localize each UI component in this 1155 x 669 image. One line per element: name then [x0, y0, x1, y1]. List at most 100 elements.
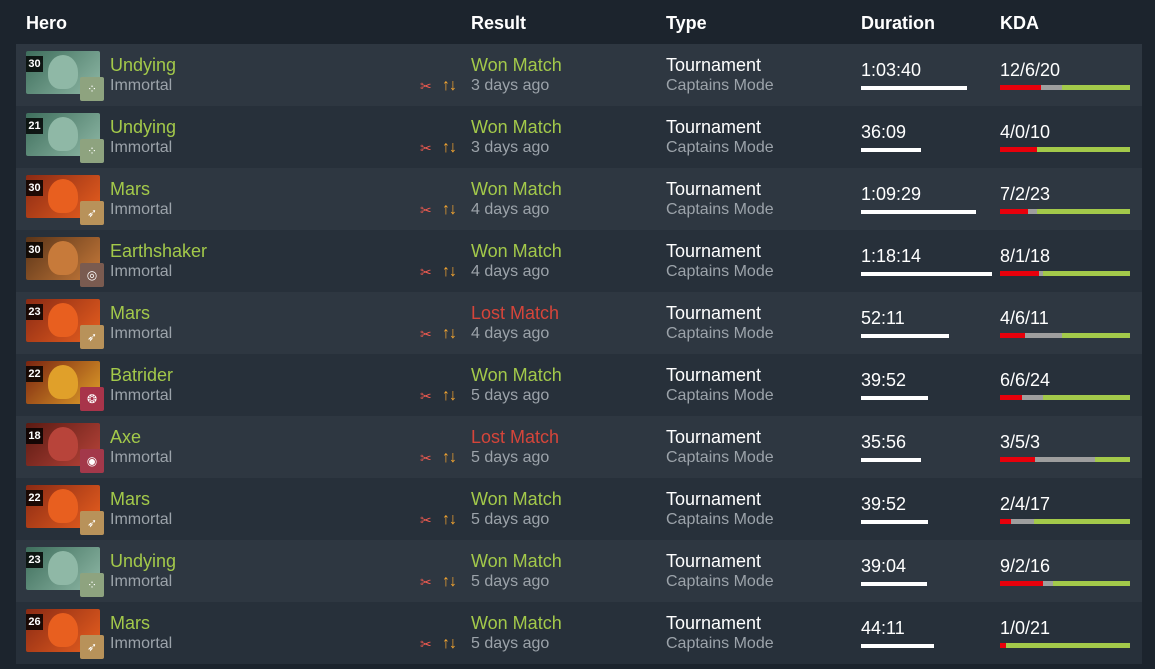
hero-level: 30: [26, 242, 43, 258]
duration-value: 1:09:29: [861, 184, 922, 204]
assists-segment: [1033, 519, 1130, 524]
kda-value: 6/6/24: [1000, 370, 1051, 390]
match-type: Tournament: [666, 365, 762, 385]
match-type: Tournament: [666, 551, 762, 571]
duration-value: 39:52: [861, 494, 907, 514]
game-mode: Captains Mode: [666, 635, 774, 652]
kda-bar: [1000, 643, 1130, 648]
match-date: 4 days ago: [471, 325, 550, 342]
kills-segment: [1000, 85, 1042, 90]
match-result[interactable]: Lost Match: [471, 302, 559, 324]
kda-column-header[interactable]: KDA: [1000, 13, 1039, 33]
duration-bar: [861, 582, 927, 586]
match-row[interactable]: 22 ❂ Batrider Immortal ✂ ↑↓ Won Match 5 …: [16, 354, 1142, 416]
role-arrows-icon: ↑↓: [442, 263, 457, 280]
match-row[interactable]: 18 ◉ Axe Immortal ✂ ↑↓ Lost Match 5 days…: [16, 416, 1142, 478]
match-date: 5 days ago: [471, 573, 550, 590]
match-row[interactable]: 30 ➶ Mars Immortal ✂ ↑↓ Won Match 4 days…: [16, 168, 1142, 230]
match-result[interactable]: Won Match: [471, 550, 562, 572]
deaths-segment: [1041, 85, 1062, 90]
kda-bar: [1000, 333, 1130, 338]
hero-name[interactable]: Batrider: [110, 364, 173, 386]
hero-level: 18: [26, 428, 43, 444]
match-row[interactable]: 30 ⁘ Undying Immortal ✂ ↑↓ Won Match 3 d…: [16, 44, 1142, 106]
duration-value: 1:03:40: [861, 60, 922, 80]
assists-segment: [1005, 643, 1130, 648]
role-arrows-icon: ↑↓: [442, 573, 457, 590]
hero-name[interactable]: Axe: [110, 426, 141, 448]
hero-face: [48, 117, 78, 151]
match-date: 5 days ago: [471, 387, 550, 404]
kda-value: 7/2/23: [1000, 184, 1051, 204]
dice-icon: ⁘: [80, 77, 104, 101]
hero-face: [48, 551, 78, 585]
match-result[interactable]: Won Match: [471, 364, 562, 386]
kda-bar: [1000, 271, 1130, 276]
match-type: Tournament: [666, 489, 762, 509]
match-result[interactable]: Won Match: [471, 116, 562, 138]
match-result[interactable]: Won Match: [471, 178, 562, 200]
match-row[interactable]: 23 ➶ Mars Immortal ✂ ↑↓ Lost Match 4 day…: [16, 292, 1142, 354]
deaths-segment: [1024, 333, 1062, 338]
kills-segment: [1000, 333, 1025, 338]
hero-name[interactable]: Mars: [110, 612, 150, 634]
duration-bar: [861, 396, 928, 400]
role-arrows-icon: ↑↓: [442, 387, 457, 404]
hero-name[interactable]: Mars: [110, 302, 150, 324]
kills-segment: [1000, 519, 1012, 524]
hero-name[interactable]: Undying: [110, 54, 176, 76]
kda-value: 1/0/21: [1000, 618, 1051, 638]
jungle-lane-icon: ✂: [420, 140, 432, 156]
match-type: Tournament: [666, 613, 762, 633]
jungle-lane-icon: ✂: [420, 450, 432, 466]
match-result[interactable]: Won Match: [471, 488, 562, 510]
hero-level: 21: [26, 118, 43, 134]
jungle-lane-icon: ✂: [420, 202, 432, 218]
match-row[interactable]: 30 ◎ Earthshaker Immortal ✂ ↑↓ Won Match…: [16, 230, 1142, 292]
kda-value: 4/6/11: [1000, 308, 1049, 328]
spear-icon: ➶: [80, 201, 104, 225]
kda-value: 8/1/18: [1000, 246, 1051, 266]
kda-bar: [1000, 581, 1130, 586]
hero-face: [48, 613, 78, 647]
spear-icon: ➶: [80, 325, 104, 349]
assists-segment: [1061, 85, 1130, 90]
hero-column-header[interactable]: Hero: [26, 13, 67, 33]
hero-level: 30: [26, 56, 43, 72]
hero-face: [48, 241, 78, 275]
game-mode: Captains Mode: [666, 263, 774, 280]
match-row[interactable]: 21 ⁘ Undying Immortal ✂ ↑↓ Won Match 3 d…: [16, 106, 1142, 168]
deaths-segment: [1035, 457, 1095, 462]
match-result[interactable]: Won Match: [471, 240, 562, 262]
table-header: Hero Result Type Duration KDA: [0, 0, 1155, 44]
kda-bar: [1000, 395, 1130, 400]
duration-bar: [861, 272, 992, 276]
match-result[interactable]: Won Match: [471, 54, 562, 76]
hero-name[interactable]: Undying: [110, 550, 176, 572]
hero-name[interactable]: Earthshaker: [110, 240, 207, 262]
hero-face: [48, 179, 78, 213]
duration-value: 1:18:14: [861, 246, 922, 266]
role-arrows-icon: ↑↓: [442, 635, 457, 652]
match-row[interactable]: 22 ➶ Mars Immortal ✂ ↑↓ Won Match 5 days…: [16, 478, 1142, 540]
match-result[interactable]: Lost Match: [471, 426, 559, 448]
hero-name[interactable]: Mars: [110, 178, 150, 200]
rank-label: Immortal: [110, 325, 173, 342]
duration-column-header[interactable]: Duration: [861, 13, 935, 33]
match-date: 4 days ago: [471, 263, 550, 280]
duration-value: 39:52: [861, 370, 907, 390]
duration-bar: [861, 520, 928, 524]
hero-name[interactable]: Undying: [110, 116, 176, 138]
match-row[interactable]: 23 ⁘ Undying Immortal ✂ ↑↓ Won Match 5 d…: [16, 540, 1142, 602]
game-mode: Captains Mode: [666, 449, 774, 466]
result-column-header[interactable]: Result: [471, 13, 526, 33]
type-column-header[interactable]: Type: [666, 13, 707, 33]
hero-name[interactable]: Mars: [110, 488, 150, 510]
target-icon: ◉: [80, 449, 104, 473]
ring-icon: ◎: [80, 263, 104, 287]
hero-level: 26: [26, 614, 43, 630]
assists-segment: [1043, 271, 1130, 276]
game-mode: Captains Mode: [666, 387, 774, 404]
match-row[interactable]: 26 ➶ Mars Immortal ✂ ↑↓ Won Match 5 days…: [16, 602, 1142, 664]
match-result[interactable]: Won Match: [471, 612, 562, 634]
